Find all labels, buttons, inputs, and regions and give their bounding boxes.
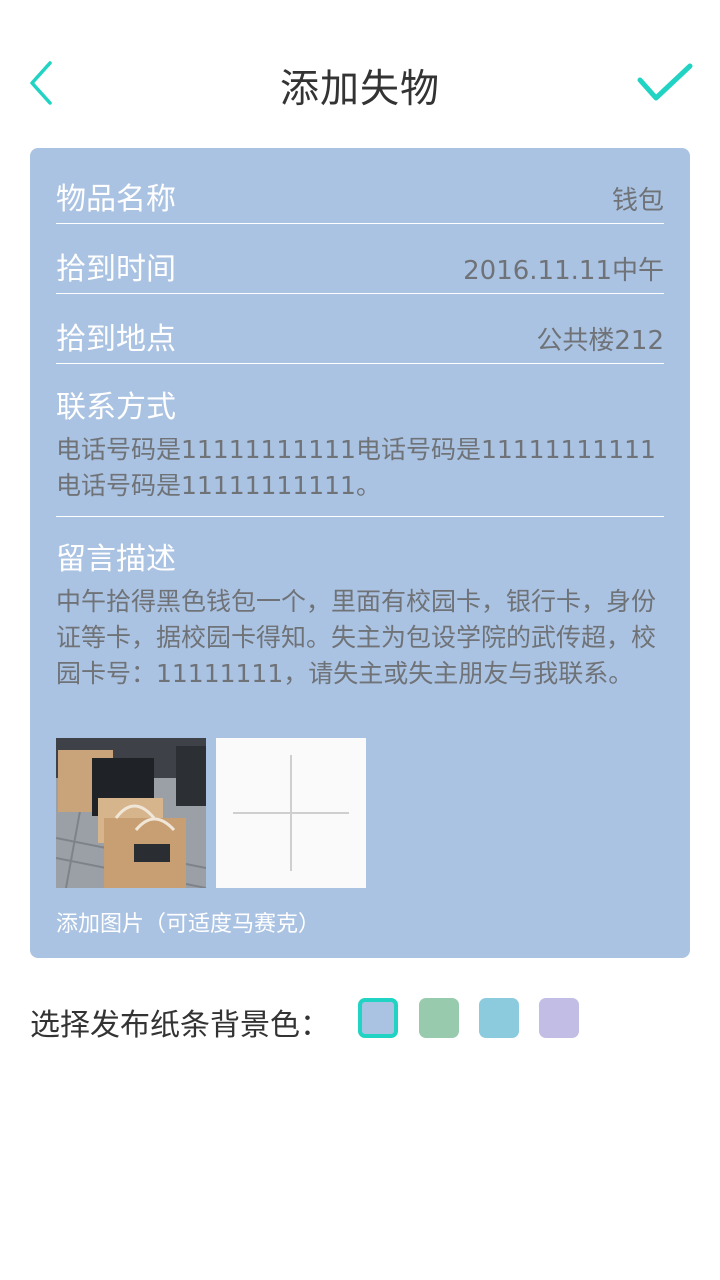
found-time-label: 拾到时间: [56, 252, 176, 287]
uploaded-photo[interactable]: [56, 738, 206, 888]
confirm-button[interactable]: [634, 58, 696, 108]
color-swatch-cyan[interactable]: [479, 998, 519, 1038]
divider: [56, 516, 664, 517]
item-name-label: 物品名称: [56, 182, 176, 217]
color-swatch-green[interactable]: [419, 998, 459, 1038]
add-lost-item-page: 添加失物 物品名称 钱包 拾到时间 2016.11.11中午 拾到地点 公共楼2…: [0, 0, 720, 1280]
message-label: 留言描述: [56, 542, 176, 577]
found-place-value[interactable]: 公共楼212: [536, 320, 664, 357]
color-swatch-purple[interactable]: [539, 998, 579, 1038]
photo-caption: 添加图片（可适度马赛克）: [56, 912, 321, 937]
contact-label: 联系方式: [56, 390, 176, 425]
color-swatch-blue[interactable]: [358, 998, 398, 1038]
contact-field[interactable]: 联系方式 电话号码是11111111111电话号码是11111111111电话号…: [56, 382, 664, 504]
message-value[interactable]: 中午拾得黑色钱包一个，里面有校园卡，银行卡，身份证等卡，据校园卡得知。失主为包设…: [56, 584, 664, 692]
item-name-value[interactable]: 钱包: [612, 180, 664, 217]
contact-value[interactable]: 电话号码是11111111111电话号码是11111111111电话号码是111…: [56, 432, 664, 504]
header: 添加失物: [0, 0, 720, 140]
check-icon: [637, 63, 693, 101]
found-time-value[interactable]: 2016.11.11中午: [463, 250, 664, 287]
color-picker-label: 选择发布纸条背景色：: [30, 1008, 330, 1043]
message-field[interactable]: 留言描述 中午拾得黑色钱包一个，里面有校园卡，银行卡，身份证等卡，据校园卡得知。…: [56, 534, 664, 692]
found-place-row[interactable]: 拾到地点 公共楼212: [56, 294, 664, 364]
item-name-row[interactable]: 物品名称 钱包: [56, 154, 664, 224]
page-title: 添加失物: [279, 67, 440, 112]
lost-item-card: 物品名称 钱包 拾到时间 2016.11.11中午 拾到地点 公共楼212 联系…: [30, 148, 690, 958]
add-photo-button[interactable]: [216, 738, 366, 888]
found-place-label: 拾到地点: [56, 322, 176, 357]
shopping-bags-photo: [56, 738, 206, 888]
found-time-row[interactable]: 拾到时间 2016.11.11中午: [56, 224, 664, 294]
